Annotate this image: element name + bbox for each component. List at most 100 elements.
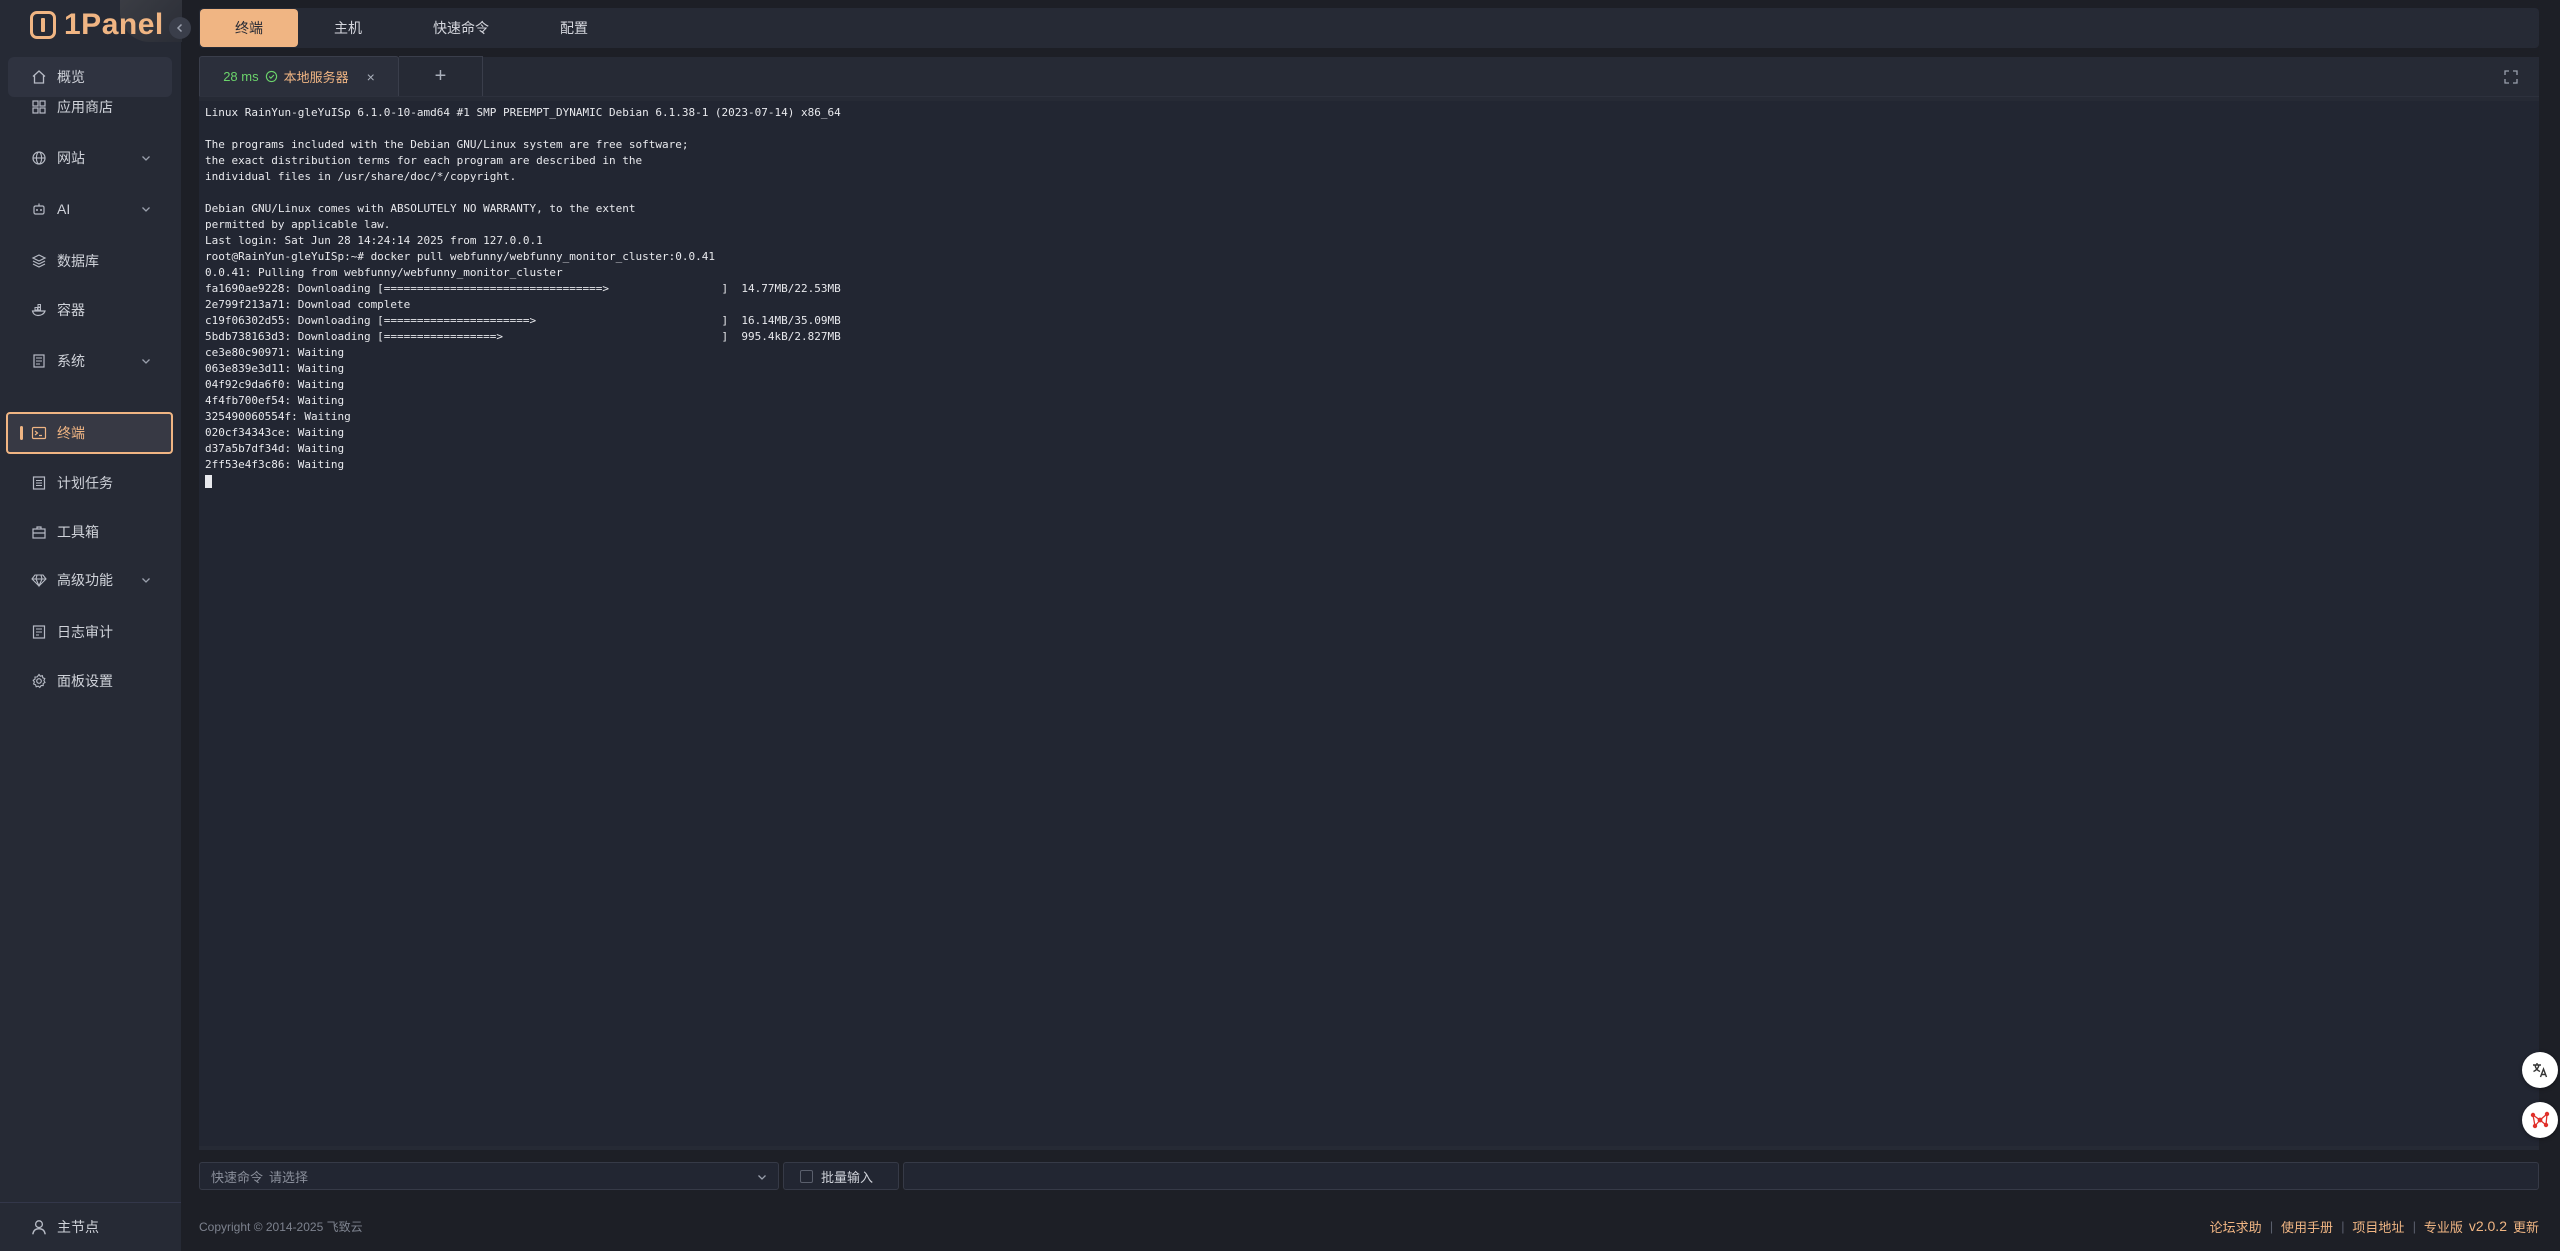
system-icon: [30, 352, 48, 370]
sidebar-item-cron[interactable]: 计划任务: [8, 463, 172, 503]
check-circle-icon: [265, 70, 277, 83]
sidebar-item-label: 工具箱: [57, 524, 99, 540]
divider: |: [2269, 1218, 2274, 1234]
command-input[interactable]: [903, 1162, 2539, 1190]
user-icon: [32, 1220, 46, 1235]
translate-icon: [2533, 1063, 2548, 1078]
list-icon: [30, 474, 48, 492]
chevron-left-icon: [176, 23, 183, 33]
host-label: 本地服务器: [283, 70, 349, 85]
sidebar-item-label: 日志审计: [57, 624, 113, 640]
chevron-down-icon: [758, 1175, 766, 1180]
quick-command-select[interactable]: 快速命令 请选择: [199, 1162, 779, 1190]
add-terminal-button[interactable]: +: [399, 56, 483, 96]
terminal-line: c19f06302d55: Downloading [=============…: [205, 314, 841, 327]
latency-label: 28 ms: [223, 69, 259, 84]
divider: |: [2341, 1218, 2345, 1234]
app-logo[interactable]: 1Panel: [30, 8, 164, 42]
batch-input-toggle[interactable]: 批量输入: [783, 1162, 899, 1190]
log-icon: [30, 623, 48, 641]
grid-icon: [30, 98, 48, 116]
globe-icon: [30, 149, 48, 167]
top-nav: 终端 主机 快速命令 配置: [199, 8, 2539, 48]
sidebar-item-label: 概览: [57, 69, 85, 85]
assistant-button[interactable]: [2522, 1102, 2558, 1138]
sidebar-item-label: 应用商店: [57, 99, 113, 115]
fullscreen-icon[interactable]: [2503, 69, 2519, 85]
sidebar-item-advanced[interactable]: 高级功能: [8, 560, 172, 600]
sidebar-item-ai[interactable]: AI: [8, 189, 172, 229]
sidebar-item-log-audit[interactable]: 日志审计: [8, 612, 172, 652]
terminal-icon: [30, 424, 48, 442]
terminal-line: 2ff53e4f3c86: Waiting: [205, 458, 345, 471]
database-icon: [30, 252, 48, 270]
divider: |: [2412, 1218, 2416, 1234]
sidebar-item-app-store[interactable]: 应用商店: [8, 87, 172, 127]
sidebar-item-system[interactable]: 系统: [8, 341, 172, 381]
command-bar: 快速命令 请选择 批量输入: [199, 1162, 2539, 1190]
manual-link[interactable]: 使用手册: [2281, 1217, 2333, 1236]
tab-quick-command[interactable]: 快速命令: [398, 9, 524, 47]
sidebar-item-label: 容器: [57, 302, 85, 318]
batch-input-label: 批量输入: [821, 1169, 874, 1185]
sidebar-item-website[interactable]: 网站: [8, 138, 172, 178]
close-tab-button[interactable]: ×: [367, 69, 375, 85]
terminal-line: Linux RainYun-gleYuISp 6.1.0-10-amd64 #1…: [205, 106, 841, 119]
sidebar-collapse-button[interactable]: [169, 17, 191, 39]
update-link[interactable]: 更新: [2513, 1217, 2539, 1236]
sidebar-item-label: 数据库: [57, 253, 99, 269]
terminal-line: 325490060554f: Waiting: [205, 410, 351, 423]
chevron-down-icon: [142, 578, 150, 583]
sidebar-item-terminal[interactable]: 终端: [6, 412, 173, 454]
active-indicator: [20, 426, 23, 440]
terminal-line: ce3e80c90971: Waiting: [205, 346, 345, 359]
tab-terminal[interactable]: 终端: [200, 9, 298, 47]
terminal-line: The programs included with the Debian GN…: [205, 138, 689, 151]
terminal-line: 2e799f213a71: Download complete: [205, 298, 411, 311]
terminal-line: individual files in /usr/share/doc/*/cop…: [205, 170, 517, 183]
chevron-down-icon: [142, 156, 150, 161]
gear-icon: [30, 672, 48, 690]
node-switcher[interactable]: 主节点: [0, 1202, 181, 1251]
chevron-down-icon: [142, 207, 150, 212]
terminal-line: Last login: Sat Jun 28 14:24:14 2025 fro…: [205, 234, 543, 247]
tab-config[interactable]: 配置: [525, 9, 623, 47]
version-label: v2.0.2: [2468, 1218, 2507, 1234]
terminal-line: d37a5b7df34d: Waiting: [205, 442, 345, 455]
project-link[interactable]: 项目地址: [2352, 1217, 2404, 1236]
terminal-session-tab[interactable]: 28 ms 本地服务器 ×: [199, 56, 399, 96]
sidebar-item-label: 系统: [57, 353, 85, 369]
sidebar-item-settings[interactable]: 面板设置: [8, 661, 172, 701]
terminal-line: 063e839e3d11: Waiting: [205, 362, 345, 375]
node-label: 主节点: [57, 1219, 99, 1235]
footer: Copyright © 2014-2025 飞致云 论坛求助 | 使用手册 | …: [199, 1214, 2539, 1238]
chevron-down-icon: [142, 359, 150, 364]
terminal-line: 0.0.41: Pulling from webfunny/webfunny_m…: [205, 266, 563, 279]
terminal-cursor: [205, 474, 212, 488]
terminal-screen[interactable]: Linux RainYun-gleYuISp 6.1.0-10-amd64 #1…: [199, 101, 2539, 1146]
quick-command-label: 快速命令: [211, 1169, 264, 1185]
terminal-cursor-line: [205, 473, 2533, 489]
terminal-line: Debian GNU/Linux comes with ABSOLUTELY N…: [205, 202, 636, 215]
logo-mark-icon: [30, 11, 56, 39]
home-icon: [30, 68, 48, 86]
sidebar-item-label: AI: [57, 201, 71, 217]
sidebar-item-database[interactable]: 数据库: [8, 241, 172, 281]
sidebar-item-toolbox[interactable]: 工具箱: [8, 512, 172, 552]
sidebar: 1Panel 概览 应用商店 网站 AI 数据库 容器 系统 终端 计划任务 工…: [0, 0, 191, 1251]
tab-host[interactable]: 主机: [299, 9, 397, 47]
sidebar-item-label: 面板设置: [57, 673, 113, 689]
terminal-panel: 28 ms 本地服务器 × + Linux RainYun-gleYuISp 6…: [199, 56, 2539, 1150]
sidebar-item-label: 终端: [57, 425, 85, 441]
quick-command-placeholder: 请选择: [269, 1169, 309, 1185]
forum-link[interactable]: 论坛求助: [2210, 1217, 2262, 1236]
sidebar-item-label: 网站: [57, 150, 85, 166]
diamond-icon: [30, 571, 48, 589]
footer-links: 论坛求助 | 使用手册 | 项目地址 | 专业版 v2.0.2 更新: [2210, 1217, 2539, 1236]
edition-label[interactable]: 专业版: [2424, 1217, 2463, 1236]
sidebar-item-container[interactable]: 容器: [8, 290, 172, 330]
translate-button[interactable]: [2522, 1052, 2558, 1088]
batch-input-checkbox[interactable]: [800, 1169, 813, 1183]
